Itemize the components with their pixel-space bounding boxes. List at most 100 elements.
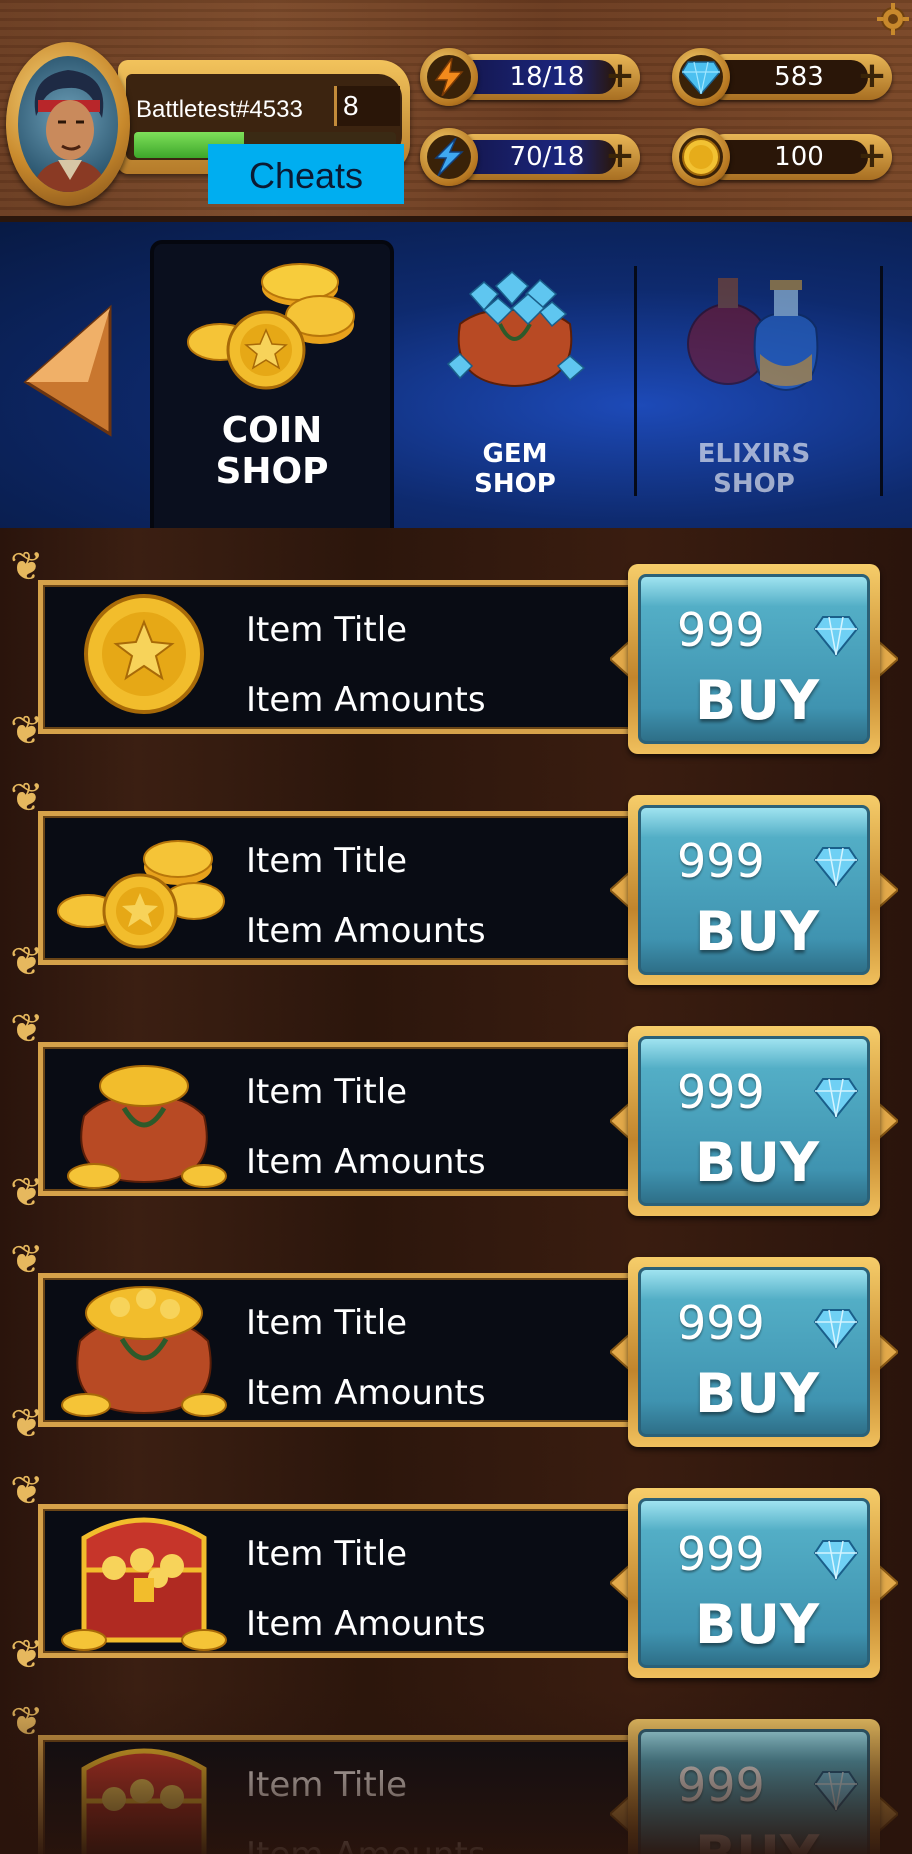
item-amount: Item Amounts — [246, 1373, 486, 1413]
buy-button-face: 999 BUY — [638, 805, 870, 975]
buy-button[interactable]: 999 BUY — [610, 1719, 898, 1854]
tab-elixirs-shop[interactable]: ELIXIRS SHOP — [654, 240, 854, 528]
add-energy-button[interactable]: + — [604, 58, 636, 94]
coin-pill-inner: 100 — [708, 140, 868, 174]
item-amount: Item Amounts — [246, 1835, 486, 1854]
price-gem-icon — [813, 1771, 859, 1812]
buy-label: BUY — [694, 900, 820, 963]
lightning-icon — [420, 128, 478, 186]
tab-divider — [880, 266, 883, 496]
cheats-button[interactable]: Cheats — [208, 144, 404, 204]
item-amount: Item Amounts — [246, 1142, 486, 1182]
buy-button-frame: 999 BUY — [628, 1488, 880, 1678]
gem-pill: 583 + — [702, 54, 892, 100]
pirate-portrait-icon — [32, 70, 108, 192]
item-price: 999 — [677, 1527, 765, 1581]
buy-button[interactable]: 999 BUY — [610, 1257, 898, 1447]
ornament-bottom-icon: ❦ — [10, 939, 44, 985]
ornament-top-icon: ❦ — [10, 1006, 44, 1052]
item-amount: Item Amounts — [246, 1604, 486, 1644]
coin-pile-icon — [187, 263, 355, 390]
shop-item-row: ❦ ❦ Item Title Item Amounts 999 BUY — [10, 1237, 902, 1447]
ornament-bottom-icon: ❦ — [10, 708, 44, 754]
back-arrow-icon[interactable] — [18, 300, 118, 440]
gem-icon — [672, 48, 730, 106]
buy-button-frame: 999 BUY — [628, 1026, 880, 1216]
ornament-bottom-icon: ❦ — [10, 1170, 44, 1216]
item-price: 999 — [677, 1758, 765, 1812]
buy-button-frame: 999 BUY — [628, 795, 880, 985]
settings-gear-icon[interactable] — [876, 2, 910, 36]
buy-button-face: 999 BUY — [638, 1498, 870, 1668]
ornament-top-icon: ❦ — [10, 1468, 44, 1514]
coin-icon — [672, 128, 730, 186]
coin-pouch-icon — [67, 1065, 227, 1189]
buy-label: BUY — [694, 1131, 820, 1194]
item-price: 999 — [677, 603, 765, 657]
buy-button-face: 999 BUY — [638, 1729, 870, 1854]
coin-stat: 100 + — [672, 128, 902, 186]
buy-button[interactable]: 999 BUY — [610, 564, 898, 754]
ornament-top-icon: ❦ — [10, 775, 44, 821]
gem-stat: 583 + — [672, 48, 902, 106]
gem-bag-icon — [446, 271, 586, 388]
item-title: Item Title — [246, 1765, 408, 1805]
buy-button[interactable]: 999 BUY — [610, 795, 898, 985]
shop-item-row: ❦ ❦ Item Title Item Amounts 999 BUY — [10, 775, 902, 985]
big-treasure-chest-icon — [81, 1748, 207, 1854]
avatar-portrait — [18, 56, 118, 192]
buy-button-face: 999 BUY — [638, 1036, 870, 1206]
lightning-value: 70/18 — [509, 142, 585, 172]
item-title: Item Title — [246, 1303, 408, 1343]
shop-item-row: ❦ ❦ Item Title Item Amounts 999 BUY — [10, 544, 902, 754]
treasure-chest-icon — [61, 1517, 227, 1651]
energy-pill: 18/18 + — [450, 54, 640, 100]
buy-label: BUY — [641, 1824, 873, 1854]
shop-tabs: COIN SHOP GEM SHOP ELIXIRS SHOP — [0, 222, 912, 528]
add-lightning-button[interactable]: + — [604, 138, 636, 174]
ornament-top-icon: ❦ — [10, 1699, 44, 1745]
buy-button-frame: 999 BUY — [628, 564, 880, 754]
buy-button[interactable]: 999 BUY — [610, 1026, 898, 1216]
lightning-pill-inner: 70/18 — [456, 140, 616, 174]
player-avatar[interactable] — [6, 42, 130, 206]
ornament-bottom-icon: ❦ — [10, 1632, 44, 1678]
add-coins-button[interactable]: + — [856, 138, 888, 174]
lightning-bolt-orange-icon — [434, 58, 464, 96]
price-gem-icon — [813, 847, 859, 888]
lightning-pill: 70/18 + — [450, 134, 640, 180]
item-title: Item Title — [246, 1534, 408, 1574]
shop-item-row: ❦ ❦ Item Title Item Amounts 999 BUY — [10, 1699, 902, 1854]
item-price: 999 — [677, 1065, 765, 1119]
tab-divider — [634, 266, 637, 496]
coin-stack-icon — [57, 840, 225, 949]
ornament-bottom-icon: ❦ — [10, 1401, 44, 1447]
price-gem-icon — [813, 1078, 859, 1119]
buy-button-face: 999 BUY — [638, 1267, 870, 1437]
item-amount: Item Amounts — [246, 680, 486, 720]
buy-button-frame: 999 BUY — [628, 1257, 880, 1447]
add-gems-button[interactable]: + — [856, 58, 888, 94]
single-coin-icon — [84, 594, 204, 714]
gem-pill-inner: 583 — [708, 60, 868, 94]
item-price: 999 — [677, 1296, 765, 1350]
lightning-bolt-blue-icon — [434, 138, 464, 176]
shop-item-row: ❦ ❦ Item Title Item Amounts 999 BUY — [10, 1468, 902, 1678]
top-bar: Battletest#4533 8 Cheats 18/18 + 583 + 7… — [0, 0, 912, 222]
energy-pill-inner: 18/18 — [456, 60, 616, 94]
buy-label: BUY — [694, 669, 820, 732]
ornament-top-icon: ❦ — [10, 1237, 44, 1283]
tab-gem-shop[interactable]: GEM SHOP — [420, 240, 610, 528]
tab-coin-shop[interactable]: COIN SHOP — [150, 240, 394, 528]
coin-value: 100 — [774, 142, 824, 172]
item-title: Item Title — [246, 1072, 408, 1112]
shop-item-row: ❦ ❦ Item Title Item Amounts 999 BUY — [10, 1006, 902, 1216]
buy-label: BUY — [694, 1593, 820, 1656]
ornament-top-icon: ❦ — [10, 544, 44, 590]
player-level: 8 — [334, 86, 400, 126]
diamond-icon — [682, 61, 720, 94]
buy-button[interactable]: 999 BUY — [610, 1488, 898, 1678]
gem-value: 583 — [774, 62, 824, 92]
tab-gem-shop-label: GEM SHOP — [474, 439, 556, 499]
coin-sack-icon — [61, 1286, 227, 1417]
